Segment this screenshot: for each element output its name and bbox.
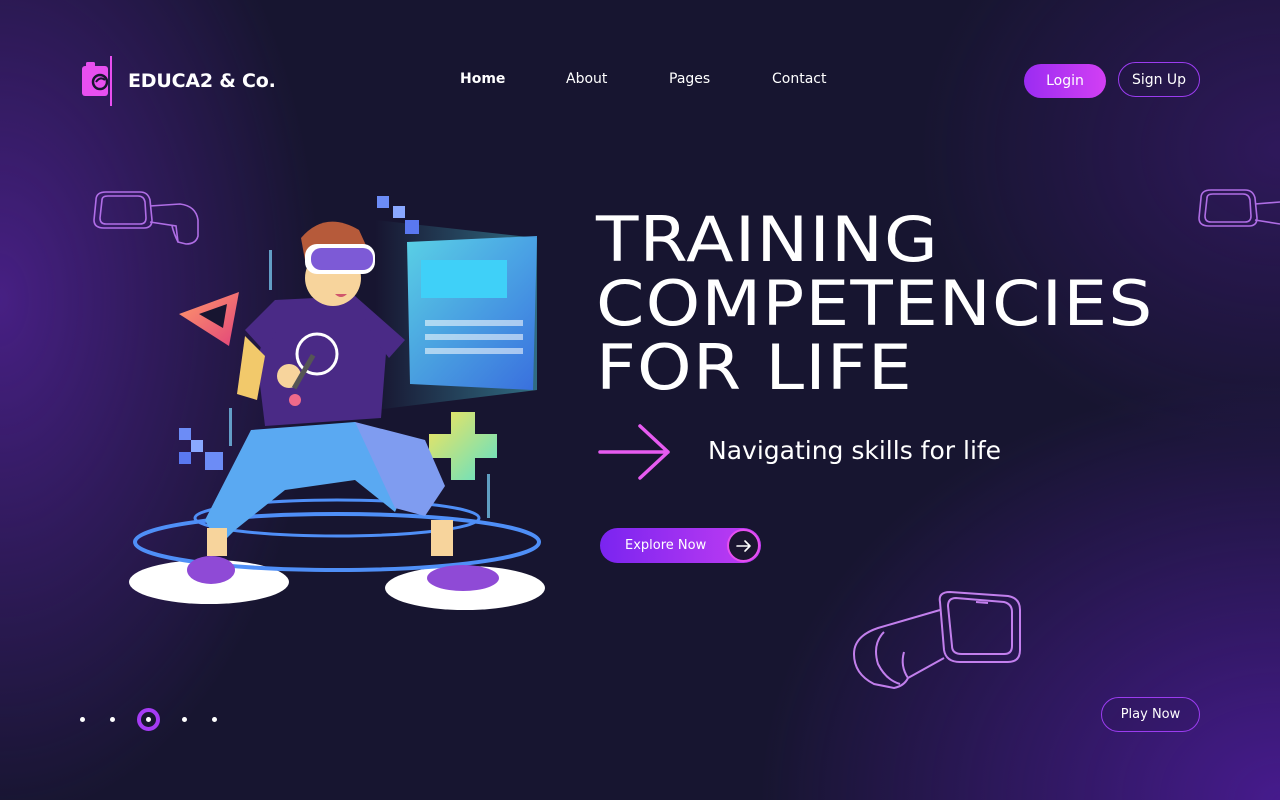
brand-logo[interactable]: EDUCA2 & Co. (82, 56, 276, 106)
explore-now-button[interactable]: Explore Now (600, 528, 761, 563)
hero-headline: TRAINING COMPETENCIES FOR LIFE (596, 208, 1280, 400)
pagination-dot[interactable] (110, 717, 115, 722)
nav-pages[interactable]: Pages (669, 71, 710, 87)
nav-home[interactable]: Home (460, 71, 505, 87)
logo-icon (82, 56, 112, 106)
signup-button[interactable]: Sign Up (1118, 62, 1200, 97)
vr-student-illustration (129, 196, 545, 610)
arrow-right-icon (727, 529, 760, 562)
nav-contact[interactable]: Contact (772, 71, 826, 87)
nav-about[interactable]: About (566, 71, 607, 87)
pagination-dot[interactable] (182, 717, 187, 722)
play-now-button[interactable]: Play Now (1101, 697, 1200, 732)
arrow-right-icon (598, 424, 670, 480)
headline-line: COMPETENCIES (596, 267, 1154, 340)
headline-line: FOR LIFE (596, 331, 913, 404)
pagination-dot-active[interactable] (137, 708, 160, 731)
hero-subtitle: Navigating skills for life (708, 436, 1002, 465)
login-button[interactable]: Login (1024, 64, 1106, 98)
headline-line: TRAINING (596, 203, 939, 276)
explore-now-label: Explore Now (625, 538, 707, 553)
brand-name: EDUCA2 & Co. (128, 70, 276, 92)
landing-page: EDUCA2 & Co. Home About Pages Contact Lo… (0, 0, 1280, 800)
pagination-dot[interactable] (80, 717, 85, 722)
vr-headset-icon (852, 590, 1021, 690)
pagination-dot[interactable] (212, 717, 217, 722)
